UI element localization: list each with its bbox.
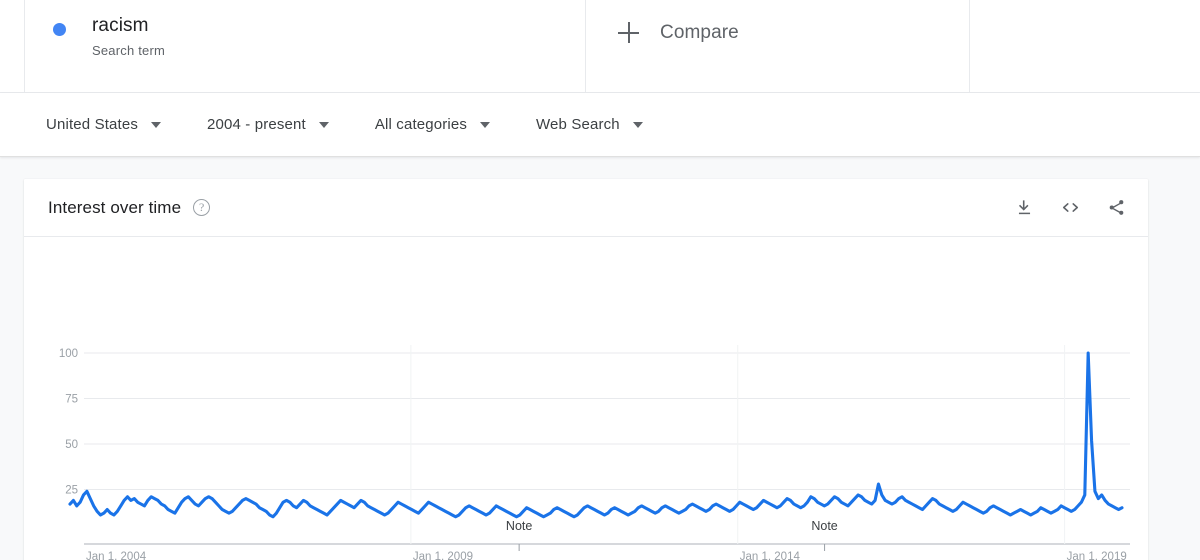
search-term-title: racism: [92, 15, 149, 36]
chart-note-annotation[interactable]: Note: [502, 519, 536, 533]
filter-bar: United States 2004 - present All categor…: [0, 93, 1200, 157]
y-axis-tick: 50: [65, 439, 78, 451]
filter-category[interactable]: All categories: [374, 116, 491, 133]
filter-region-label: United States: [46, 116, 139, 133]
download-icon[interactable]: [1015, 198, 1034, 217]
search-term-bar: racism Search term Compare: [0, 0, 1200, 93]
term-bar-tail: [970, 0, 1200, 92]
interest-over-time-chart[interactable]: 100 75 50 25 Jan 1, 2004 Jan 1, 2009 Jan 1, 20…: [24, 237, 1148, 560]
y-axis-tick: 100: [59, 348, 78, 360]
interest-over-time-card: Interest over time ? 100 75 50 25 Jan 1,…: [24, 179, 1148, 560]
chevron-down-icon: [151, 121, 162, 128]
filter-time-range[interactable]: 2004 - present: [207, 116, 329, 133]
filter-search-type[interactable]: Web Search: [536, 116, 643, 133]
search-term-panel[interactable]: racism Search term: [24, 0, 586, 92]
x-axis-tick: Jan 1, 2009: [413, 551, 473, 560]
filter-category-label: All categories: [374, 116, 468, 133]
chart-area: 100 75 50 25 Jan 1, 2004 Jan 1, 2009 Jan 1, 20…: [24, 237, 1148, 560]
left-gutter: [0, 0, 24, 92]
chevron-down-icon: [318, 121, 329, 128]
page-title: Interest over time: [48, 197, 182, 217]
y-axis-tick: 25: [65, 485, 78, 497]
chart-line-racism: [68, 351, 1124, 519]
chart-note-annotation[interactable]: Note: [808, 519, 841, 533]
y-axis-tick: 75: [65, 394, 78, 406]
compare-label: Compare: [660, 22, 739, 43]
chevron-down-icon: [480, 121, 491, 128]
search-term-subtitle: Search term: [92, 43, 166, 58]
filter-time-range-label: 2004 - present: [207, 116, 306, 133]
card-header: Interest over time ?: [24, 179, 1148, 237]
card-actions: [1015, 198, 1126, 217]
filter-region[interactable]: United States: [46, 116, 162, 133]
embed-icon[interactable]: [1060, 198, 1081, 217]
x-axis-tick: Jan 1, 2019: [1067, 551, 1127, 560]
x-axis-tick: Jan 1, 2004: [86, 551, 147, 560]
chevron-down-icon: [632, 121, 643, 128]
share-icon[interactable]: [1107, 198, 1126, 217]
help-icon[interactable]: ?: [193, 199, 211, 216]
page-body: Interest over time ? 100 75 50 25 Jan 1,…: [0, 157, 1200, 560]
filter-search-type-label: Web Search: [536, 116, 620, 133]
series-color-dot: [53, 23, 66, 36]
add-compare-button[interactable]: Compare: [618, 22, 739, 44]
plus-icon: [618, 22, 640, 44]
compare-panel[interactable]: Compare: [586, 0, 970, 92]
x-axis-tick: Jan 1, 2014: [740, 551, 801, 560]
